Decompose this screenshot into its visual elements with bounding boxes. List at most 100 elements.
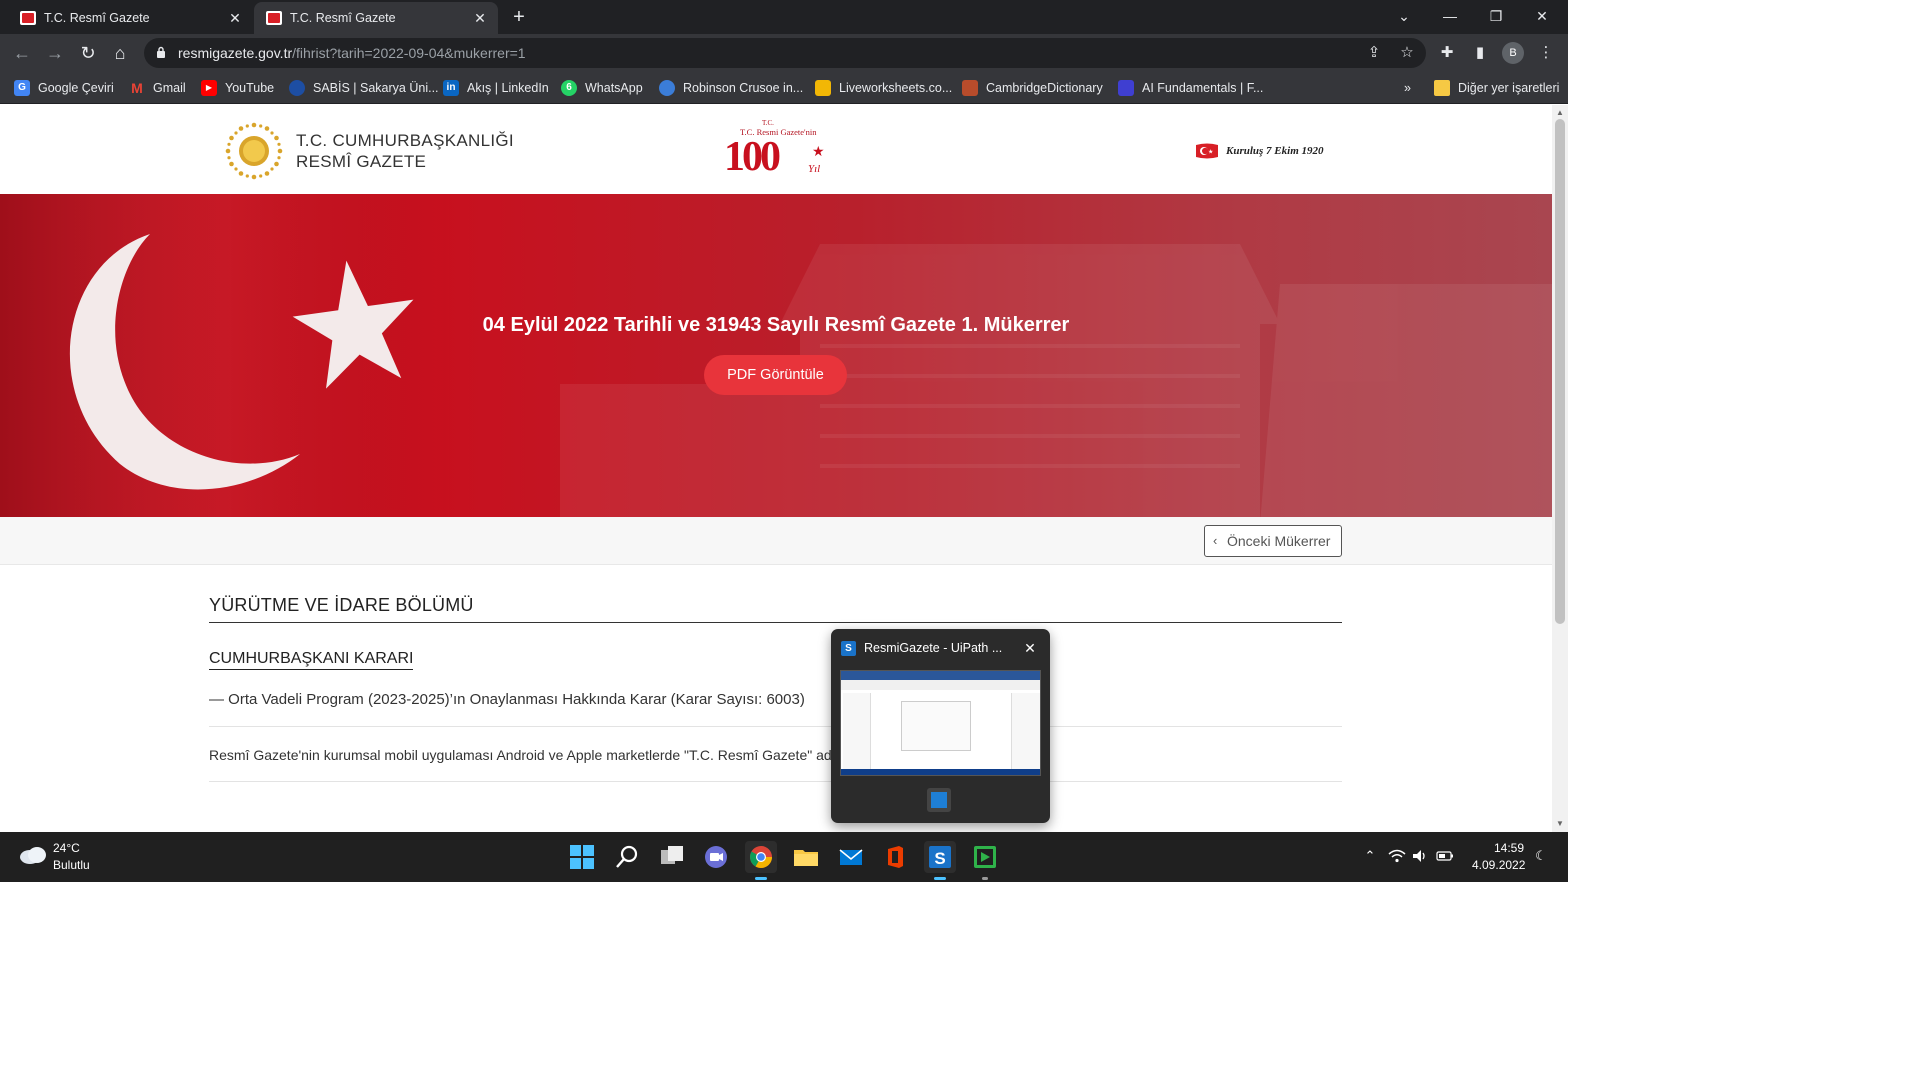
scroll-up-icon[interactable]: ▲	[1556, 108, 1564, 117]
bookmark-robinson-crusoe[interactable]: Robinson Crusoe in...	[659, 79, 803, 97]
tab-close-icon[interactable]: ✕	[227, 10, 243, 26]
chrome-icon	[750, 846, 772, 868]
scroll-down-icon[interactable]: ▼	[1556, 819, 1564, 828]
decision-link[interactable]: — Orta Vadeli Program (2023-2025)’ın Ona…	[209, 691, 805, 708]
bookmark-cambridge[interactable]: CambridgeDictionary	[962, 79, 1103, 97]
reload-icon[interactable]: ↻	[76, 41, 100, 65]
url-host: resmigazete.gov.tr	[178, 45, 293, 61]
centennial-logo: T.C. T.C. Resmi Gazete'nin 100 Yıl ★	[722, 119, 832, 183]
brand-title-line2[interactable]: RESMÎ GAZETE	[296, 152, 426, 172]
previous-supplement-label: Önceki Mükerrer	[1227, 533, 1331, 549]
gazette-issue-title: 04 Eylül 2022 Tarihli ve 31943 Sayılı Re…	[482, 314, 1070, 336]
bookmark-liveworksheets[interactable]: Liveworksheets.co...	[815, 79, 952, 97]
bookmark-linkedin[interactable]: in Akış | LinkedIn	[443, 79, 549, 97]
chevron-left-icon: ‹	[1213, 533, 1218, 548]
forward-icon[interactable]: →	[43, 41, 67, 65]
section-divider	[209, 622, 1342, 623]
show-hidden-icons-chevron-icon[interactable]: ⌃	[1361, 847, 1379, 865]
bookmark-sabis[interactable]: SABİS | Sakarya Üni...	[289, 79, 439, 97]
previous-supplement-button[interactable]: ‹ Önceki Mükerrer	[1204, 525, 1342, 557]
restore-button[interactable]: ❐	[1473, 0, 1519, 34]
bookmark-label: SABİS | Sakarya Üni...	[313, 81, 439, 95]
battery-icon[interactable]	[1436, 847, 1454, 865]
tab-close-icon[interactable]: ✕	[472, 10, 488, 26]
office-icon	[888, 846, 903, 868]
home-icon[interactable]: ⌂	[108, 41, 132, 65]
youtube-icon: ▶	[201, 80, 217, 96]
share-icon[interactable]: ⇪	[1364, 43, 1384, 63]
uipath-assistant-button[interactable]	[969, 841, 1001, 880]
search-button[interactable]	[611, 841, 643, 873]
cloudy-weather-icon[interactable]	[18, 844, 48, 866]
wifi-icon[interactable]	[1388, 847, 1406, 865]
folder-icon	[794, 850, 818, 866]
bookmark-star-icon[interactable]: ☆	[1397, 43, 1417, 63]
liveworksheets-icon	[815, 80, 831, 96]
bookmark-label: AI Fundamentals | F...	[1142, 81, 1264, 95]
windows-logo-icon	[570, 845, 594, 869]
tab-search-icon[interactable]: ⌄	[1381, 0, 1427, 34]
preview-close-icon[interactable]: ✕	[1021, 639, 1039, 657]
bookmark-label: Google Çeviri	[38, 81, 114, 95]
whatsapp-icon: 6	[561, 80, 577, 96]
bookmarks-overflow-button[interactable]: »	[1404, 79, 1411, 97]
web-page: T.C. CUMHURBAŞKANLIĞI RESMÎ GAZETE T.C. …	[0, 105, 1552, 832]
office-button[interactable]	[879, 841, 911, 873]
mail-button[interactable]	[835, 841, 867, 873]
menu-kebab-icon[interactable]: ⋮	[1536, 43, 1556, 63]
presidential-seal-icon[interactable]	[224, 121, 284, 181]
side-panel-icon[interactable]: ▮	[1470, 43, 1490, 63]
bookmark-label: YouTube	[225, 81, 275, 95]
bookmark-ai-fundamentals[interactable]: AI Fundamentals | F...	[1118, 79, 1263, 97]
bookmark-label: Diğer yer işaretleri	[1458, 81, 1560, 95]
file-explorer-button[interactable]	[790, 841, 822, 873]
lock-icon[interactable]	[156, 46, 166, 58]
tab-title: T.C. Resmî Gazete	[290, 11, 396, 25]
teams-chat-icon	[705, 846, 727, 868]
other-bookmarks-folder[interactable]: Diğer yer işaretleri	[1434, 79, 1559, 97]
new-tab-button[interactable]: +	[508, 6, 530, 28]
taskbar-thumbnail-preview[interactable]: S ResmiGazete - UiPath ... ✕	[831, 629, 1050, 823]
address-bar[interactable]: resmigazete.gov.tr/fihrist?tarih=2022-09…	[144, 38, 1426, 68]
task-view-button[interactable]	[656, 841, 688, 873]
bookmark-whatsapp[interactable]: 6 WhatsApp	[561, 79, 643, 97]
clock-date[interactable]: 4.09.2022	[1472, 858, 1525, 872]
back-icon[interactable]: ←	[10, 41, 34, 65]
extensions-icon[interactable]: ✚	[1437, 43, 1457, 63]
stop-recording-icon[interactable]	[927, 788, 951, 812]
gmail-icon: M	[131, 80, 143, 96]
snapshot-left-panel	[843, 693, 871, 769]
browser-tab-1[interactable]: T.C. Resmî Gazete ✕	[8, 2, 253, 34]
chrome-taskbar-button[interactable]	[745, 841, 777, 880]
folder-icon	[1434, 80, 1450, 96]
minimize-button[interactable]: —	[1427, 0, 1473, 34]
close-window-button[interactable]: ✕	[1519, 0, 1565, 34]
navigation-subbar: ‹ Önceki Mükerrer	[0, 517, 1552, 565]
teams-chat-button[interactable]	[700, 841, 732, 873]
brand-title-line1[interactable]: T.C. CUMHURBAŞKANLIĞI	[296, 131, 514, 151]
pdf-view-button[interactable]: PDF Görüntüle	[704, 355, 847, 395]
bookmark-label: Robinson Crusoe in...	[683, 81, 804, 95]
crescent-star-icon: ★	[812, 143, 825, 159]
start-button[interactable]	[566, 841, 598, 873]
volume-icon[interactable]	[1411, 847, 1429, 865]
browser-tab-2[interactable]: T.C. Resmî Gazete ✕	[254, 2, 498, 34]
weather-description[interactable]: Bulutlu	[53, 858, 90, 872]
uipath-studio-icon: S	[841, 641, 856, 656]
bookmark-gmail[interactable]: M Gmail	[129, 79, 186, 97]
bookmark-google-ceviri[interactable]: G Google Çeviri	[14, 79, 114, 97]
snapshot-taskbar	[841, 769, 1040, 775]
uipath-studio-button[interactable]: S	[924, 841, 956, 880]
page-scrollbar[interactable]: ▲ ▼	[1552, 105, 1568, 832]
svg-text:★: ★	[1208, 149, 1213, 156]
notification-moon-icon[interactable]: ☾	[1532, 847, 1550, 865]
clock-time[interactable]: 14:59	[1494, 841, 1524, 855]
bookmark-youtube[interactable]: ▶ YouTube	[201, 79, 274, 97]
uipath-assistant-icon	[974, 846, 996, 868]
weather-temperature[interactable]: 24°C	[53, 841, 80, 855]
scrollbar-thumb[interactable]	[1555, 119, 1565, 624]
item-divider	[209, 726, 1342, 727]
preview-window-snapshot[interactable]	[840, 670, 1041, 776]
sabis-icon	[289, 80, 305, 96]
profile-avatar[interactable]: B	[1502, 42, 1524, 64]
